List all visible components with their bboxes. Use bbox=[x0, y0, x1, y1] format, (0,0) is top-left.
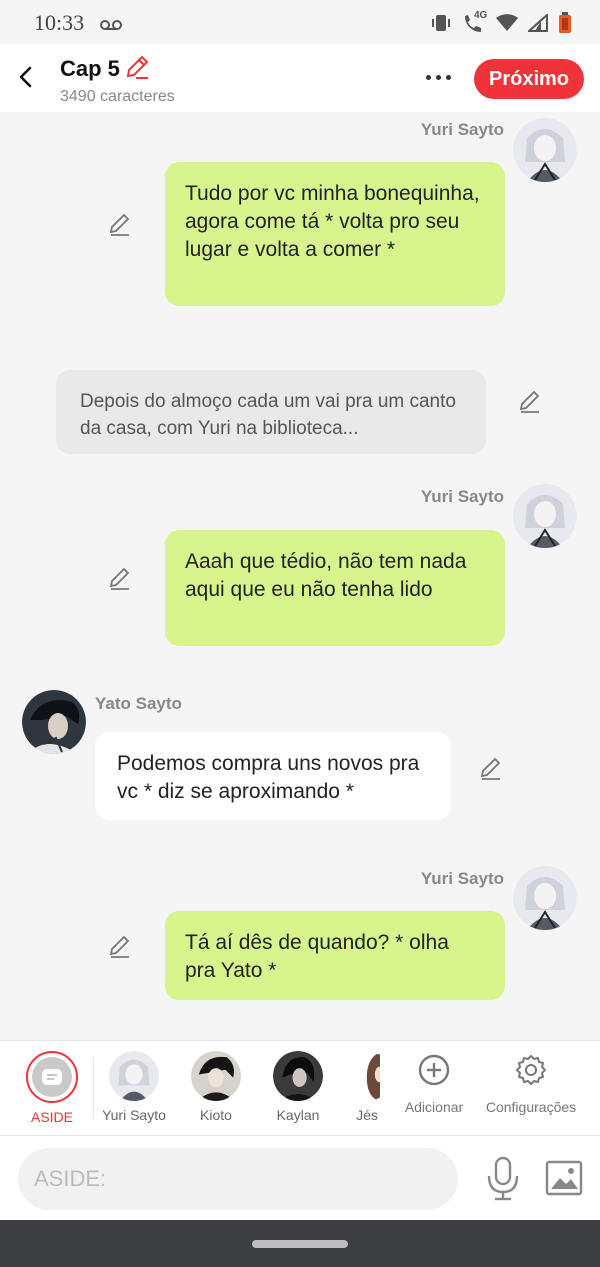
avatar-yuri[interactable] bbox=[513, 484, 577, 548]
edit-message-icon[interactable] bbox=[107, 565, 133, 591]
character-selector-bar: ASIDE Yuri Sayto Kioto Kaylan Jés Adicio… bbox=[0, 1040, 600, 1136]
system-nav-bar bbox=[0, 1220, 600, 1267]
aside-chat-icon bbox=[32, 1057, 72, 1097]
avatar bbox=[109, 1051, 159, 1101]
add-label: Adicionar bbox=[404, 1099, 464, 1115]
character-kaylan[interactable]: Kaylan bbox=[258, 1051, 338, 1123]
avatar-yato[interactable] bbox=[22, 690, 86, 754]
status-bar: 10:33 4G bbox=[0, 0, 600, 44]
scroll-edge bbox=[380, 1041, 394, 1135]
avatar-yuri[interactable] bbox=[513, 866, 577, 930]
character-yuri[interactable]: Yuri Sayto bbox=[94, 1051, 174, 1123]
more-dot-icon bbox=[435, 74, 441, 80]
chevron-left-icon bbox=[19, 66, 32, 88]
message-bubble-left[interactable]: Podemos compra uns novos pra vc * diz se… bbox=[95, 732, 451, 820]
character-name: Kaylan bbox=[276, 1107, 320, 1123]
home-gesture-handle[interactable] bbox=[252, 1240, 348, 1248]
signal-icon bbox=[526, 12, 548, 37]
network-type: 4G bbox=[474, 10, 488, 21]
image-icon[interactable] bbox=[545, 1160, 583, 1196]
speaker-name: Yuri Sayto bbox=[420, 120, 504, 139]
avatar-yuri[interactable] bbox=[513, 118, 577, 182]
character-jes[interactable]: Jés bbox=[328, 1051, 408, 1123]
speaker-name: Yuri Sayto bbox=[420, 869, 504, 888]
speaker-name: Yato Sayto bbox=[95, 694, 182, 713]
message-input-bar bbox=[0, 1136, 600, 1220]
edit-message-icon[interactable] bbox=[107, 933, 133, 959]
call-4g-icon: 4G bbox=[462, 10, 488, 38]
editor-header: Cap 5 3490 caracteres Próximo bbox=[0, 44, 600, 112]
next-button[interactable]: Próximo bbox=[474, 59, 584, 99]
message-bubble-right[interactable]: Aaah que tédio, não tem nada aqui que eu… bbox=[165, 530, 505, 646]
chapter-title: Cap 5 bbox=[60, 56, 120, 81]
message-bubble-right[interactable]: Tá aí dês de quando? * olha pra Yato * bbox=[165, 911, 505, 1000]
narration-bubble[interactable]: Depois do almoço cada um vai pra um cant… bbox=[56, 370, 486, 454]
avatar bbox=[273, 1051, 323, 1101]
aside-ring bbox=[26, 1051, 78, 1103]
edit-message-icon[interactable] bbox=[107, 211, 133, 237]
add-character-button[interactable]: Adicionar bbox=[398, 1053, 470, 1115]
status-time: 10:33 bbox=[34, 10, 85, 35]
character-count: 3490 caracteres bbox=[60, 88, 175, 105]
microphone-icon[interactable] bbox=[484, 1156, 522, 1202]
edit-message-icon[interactable] bbox=[517, 388, 543, 414]
voicemail-icon bbox=[100, 17, 122, 35]
chat-area: Yuri Sayto Tudo por vc minha bonequinha,… bbox=[0, 112, 600, 1040]
vibrate-icon bbox=[430, 14, 452, 37]
character-name: Kioto bbox=[200, 1107, 232, 1123]
more-options-button[interactable] bbox=[418, 62, 458, 92]
character-name: Yuri Sayto bbox=[102, 1107, 166, 1123]
more-dot-icon bbox=[445, 74, 451, 80]
wifi-icon bbox=[496, 14, 518, 37]
avatar bbox=[191, 1051, 241, 1101]
character-kioto[interactable]: Kioto bbox=[176, 1051, 256, 1123]
settings-button[interactable]: Configurações bbox=[484, 1053, 578, 1115]
aside-label: ASIDE bbox=[30, 1109, 73, 1125]
more-dot-icon bbox=[425, 74, 431, 80]
gear-icon bbox=[516, 1055, 546, 1085]
back-button[interactable] bbox=[10, 60, 40, 94]
message-input[interactable] bbox=[18, 1148, 458, 1210]
battery-icon bbox=[558, 12, 572, 39]
edit-message-icon[interactable] bbox=[478, 755, 504, 781]
speaker-name: Yuri Sayto bbox=[420, 487, 504, 506]
message-bubble-right[interactable]: Tudo por vc minha bonequinha, agora come… bbox=[165, 162, 505, 306]
aside-selector[interactable]: ASIDE bbox=[12, 1051, 92, 1125]
edit-title-icon[interactable] bbox=[124, 54, 150, 80]
plus-circle-icon bbox=[418, 1054, 450, 1086]
settings-label: Configurações bbox=[485, 1099, 577, 1115]
